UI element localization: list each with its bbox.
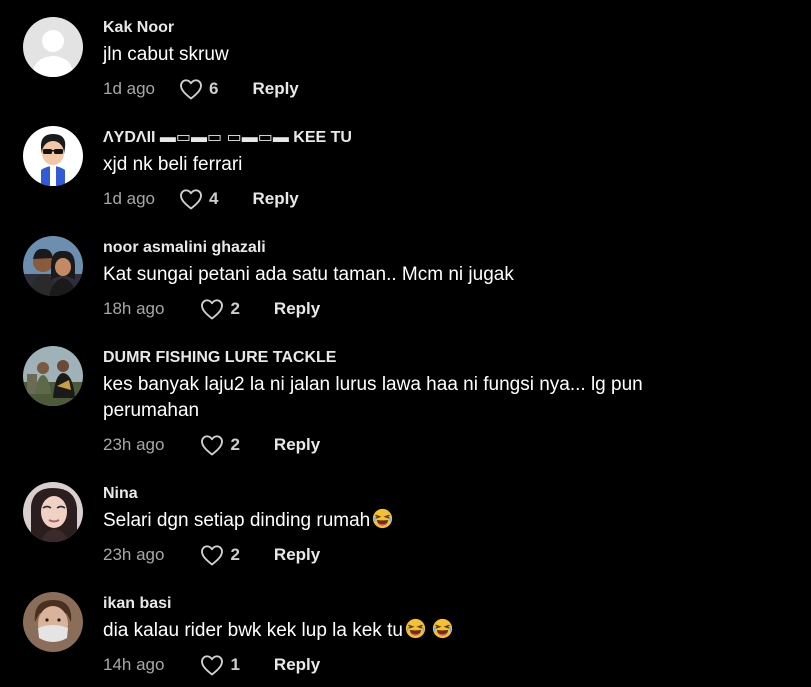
comment-item: Kak Noor jln cabut skruw 1d ago 6 Reply [0,0,811,110]
comment-meta: 1d ago 4 Reply [103,187,299,211]
like-button[interactable]: 2 [200,544,240,566]
like-count: 2 [230,545,240,564]
like-button[interactable]: 6 [179,78,218,100]
comment-text: Selari dgn setiap dinding rumah [103,508,793,534]
comment-time: 23h ago [103,545,165,564]
reply-button[interactable]: Reply [274,545,320,565]
like-button[interactable]: 1 [200,654,240,676]
comment-item: DUMR FISHING LURE TACKLE kes banyak laju… [0,330,811,466]
like-button[interactable]: 2 [200,298,240,320]
comment-text-content: Selari dgn setiap dinding rumah [103,510,371,531]
comment-username[interactable]: DUMR FISHING LURE TACKLE [103,348,336,368]
comment-meta: 23h ago 2 Reply [103,543,320,567]
comment-text: dia kalau rider bwk kek lup la kek tu [103,618,793,644]
comment-time: 18h ago [103,299,165,318]
reply-button[interactable]: Reply [252,79,298,99]
reply-button[interactable]: Reply [252,189,298,209]
comment-text: Kat sungai petani ada satu taman.. Mcm n… [103,264,514,285]
comment-text: jln cabut skruw [103,44,229,65]
like-count: 2 [230,435,240,454]
cartoon-avatar[interactable] [23,126,83,186]
comment-time: 23h ago [103,435,165,454]
like-button[interactable]: 4 [179,188,218,210]
comment-text: xjd nk beli ferrari [103,154,243,175]
comment-text: kes banyak laju2 la ni jalan lurus lawa … [103,374,643,421]
comment-username[interactable]: Nina [103,484,138,504]
comment-item: Nina Selari dgn setiap dinding rumah 23h… [0,466,811,576]
couple-photo-avatar[interactable] [23,236,83,296]
like-count: 6 [209,79,219,98]
default-avatar[interactable] [23,17,83,77]
like-count: 4 [209,189,219,208]
comment-username[interactable]: noor asmalini ghazali [103,238,266,258]
heart-icon [200,298,224,320]
heart-icon [200,544,224,566]
like-count: 2 [230,299,240,318]
comment-time: 1d ago [103,79,155,98]
group-photo-avatar[interactable] [23,346,83,406]
reply-button[interactable]: Reply [274,655,320,675]
laughing-emoji-icon [372,508,393,529]
comment-meta: 23h ago 2 Reply [103,433,320,457]
heart-icon [179,188,203,210]
comment-username[interactable]: ΛYDΛII ▬▭▬▭ ▭▬▭▬ KEE TU [103,128,352,148]
comment-text-content: dia kalau rider bwk kek lup la kek tu [103,620,403,641]
comment-username[interactable]: ikan basi [103,594,171,614]
laughing-emoji-icon [405,618,426,639]
heart-icon [179,78,203,100]
comment-meta: 18h ago 2 Reply [103,297,320,321]
comment-time: 1d ago [103,189,155,208]
comment-meta: 1d ago 6 Reply [103,77,299,101]
comment-item: ΛYDΛII ▬▭▬▭ ▭▬▭▬ KEE TU xjd nk beli ferr… [0,110,811,220]
heart-icon [200,654,224,676]
reply-button[interactable]: Reply [274,299,320,319]
like-button[interactable]: 2 [200,434,240,456]
laughing-emoji-icon [432,618,453,639]
comment-item: ikan basi dia kalau rider bwk kek lup la… [0,576,811,686]
heart-icon [200,434,224,456]
like-count: 1 [230,655,240,674]
masked-face-avatar[interactable] [23,592,83,652]
comment-time: 14h ago [103,655,165,674]
comment-meta: 14h ago 1 Reply [103,653,320,677]
reply-button[interactable]: Reply [274,435,320,455]
selfie-avatar[interactable] [23,482,83,542]
comment-item: noor asmalini ghazali Kat sungai petani … [0,220,811,330]
comment-username[interactable]: Kak Noor [103,18,174,38]
